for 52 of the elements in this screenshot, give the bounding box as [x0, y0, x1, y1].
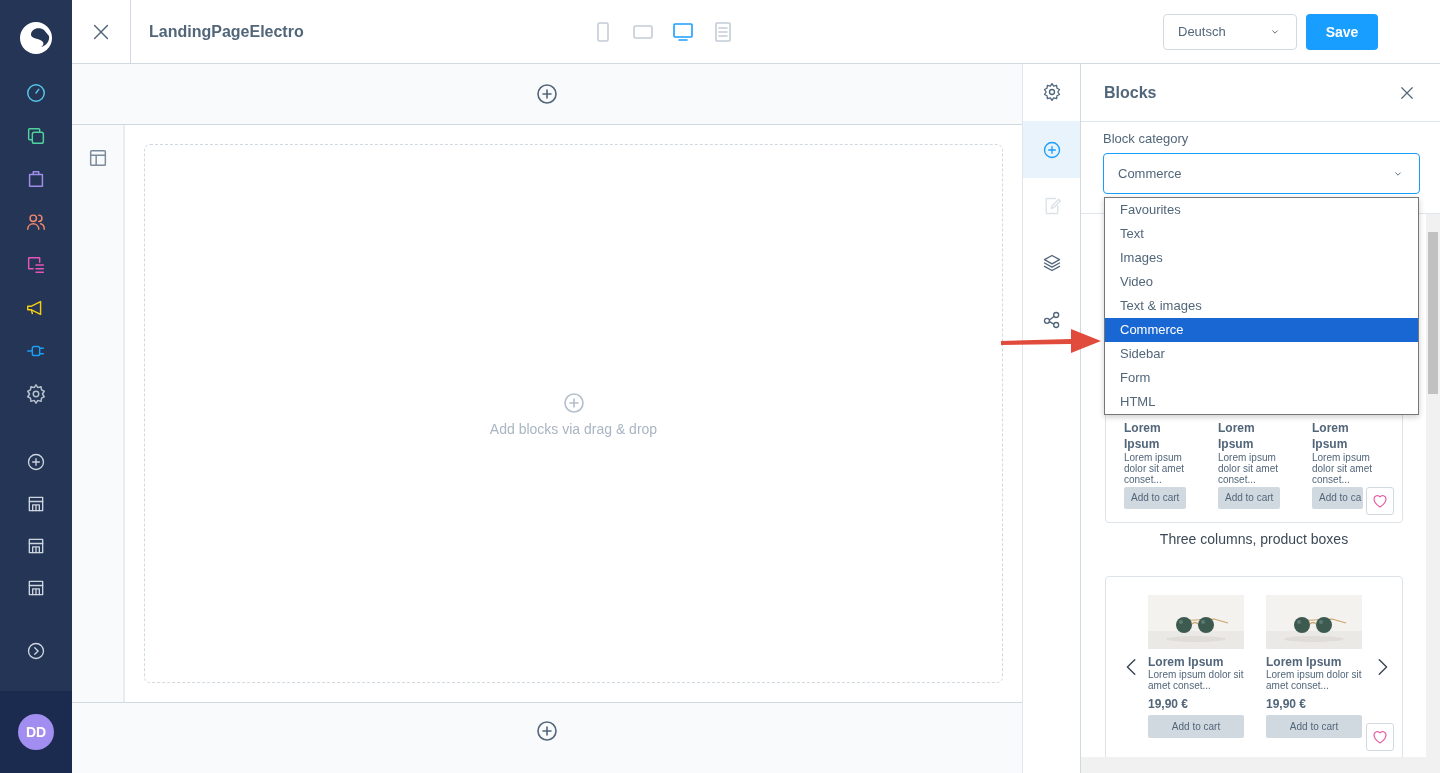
users-icon[interactable]	[25, 211, 47, 233]
add-to-cart-button: Add to cart	[1218, 487, 1281, 509]
product-title: Lorem Ipsum	[1266, 656, 1343, 669]
product-title: Lorem Ipsum	[1148, 656, 1225, 669]
logo-icon[interactable]	[19, 21, 53, 55]
storefront-icon[interactable]	[26, 494, 46, 514]
dropdown-option[interactable]: Images	[1105, 246, 1418, 270]
add-to-cart-button: Add to cart	[1148, 715, 1244, 738]
product-description: Lorem ipsum dolor sit amet conset...	[1218, 452, 1280, 485]
category-select[interactable]: Commerce	[1103, 153, 1420, 194]
dropdown-option[interactable]: Favourites	[1105, 198, 1418, 222]
product-description: Lorem ipsum dolor sit amet conset...	[1124, 452, 1186, 485]
product-description: Lorem ipsum dolor sit amet conset...	[1312, 452, 1374, 485]
product-title: Lorem Ipsum	[1124, 420, 1162, 452]
list-icon[interactable]	[25, 254, 47, 276]
add-to-cart-button: Add to ca	[1312, 487, 1364, 509]
add-icon[interactable]	[535, 82, 559, 106]
dropdown-option[interactable]: Text & images	[1105, 294, 1418, 318]
add-icon[interactable]	[26, 452, 46, 472]
language-select[interactable]: Deutsch	[1163, 13, 1297, 50]
product-price: 19,90 €	[1148, 697, 1190, 711]
drop-hint: Add blocks via drag & drop	[489, 420, 658, 437]
add-to-cart-button: Add to cart	[1124, 487, 1187, 509]
dropdown-option[interactable]: Commerce	[1105, 318, 1418, 342]
storefront-icon[interactable]	[26, 536, 46, 556]
add-to-cart-button: Add to cart	[1266, 715, 1362, 738]
field-label: Block category	[1103, 131, 1190, 146]
copy-icon[interactable]	[25, 125, 47, 147]
heart-icon	[1371, 728, 1389, 746]
add-icon	[561, 390, 586, 415]
product-description: Lorem ipsum dolor sit amet conset...	[1266, 669, 1362, 691]
dropdown-option[interactable]: Video	[1105, 270, 1418, 294]
storefront-icon[interactable]	[26, 578, 46, 598]
panel-title: Blocks	[1104, 83, 1157, 102]
settings-icon[interactable]	[25, 383, 47, 405]
block-caption: Three columns, product boxes	[1158, 531, 1350, 547]
product-title: Lorem Ipsum	[1218, 420, 1256, 452]
heart-icon	[1371, 492, 1389, 510]
product-description: Lorem ipsum dolor sit amet conset...	[1148, 669, 1244, 691]
product-title: Lorem Ipsum	[1312, 420, 1350, 452]
dropdown-option[interactable]: Sidebar	[1105, 342, 1418, 366]
page-title: LandingPageElectro	[149, 22, 305, 41]
dropdown-option[interactable]: HTML	[1105, 390, 1418, 414]
horizontal-scrollbar[interactable]	[1081, 757, 1440, 773]
vertical-scrollbar[interactable]	[1426, 214, 1440, 757]
gauge-icon[interactable]	[25, 82, 47, 104]
product-price: 19,90 €	[1266, 697, 1308, 711]
dropdown-option[interactable]: Text	[1105, 222, 1418, 246]
block-preview-card[interactable]: Lorem Ipsum Lorem ipsum dolor sit amet conset... 19,90 € Add to cart Lorem Ipsum Lorem ipsum dolor sit amet conset... 19,90 € Add to cart	[1105, 576, 1403, 757]
expand-icon[interactable]	[26, 641, 46, 661]
add-icon[interactable]	[535, 719, 559, 743]
dropdown-option[interactable]: Form	[1105, 366, 1418, 390]
